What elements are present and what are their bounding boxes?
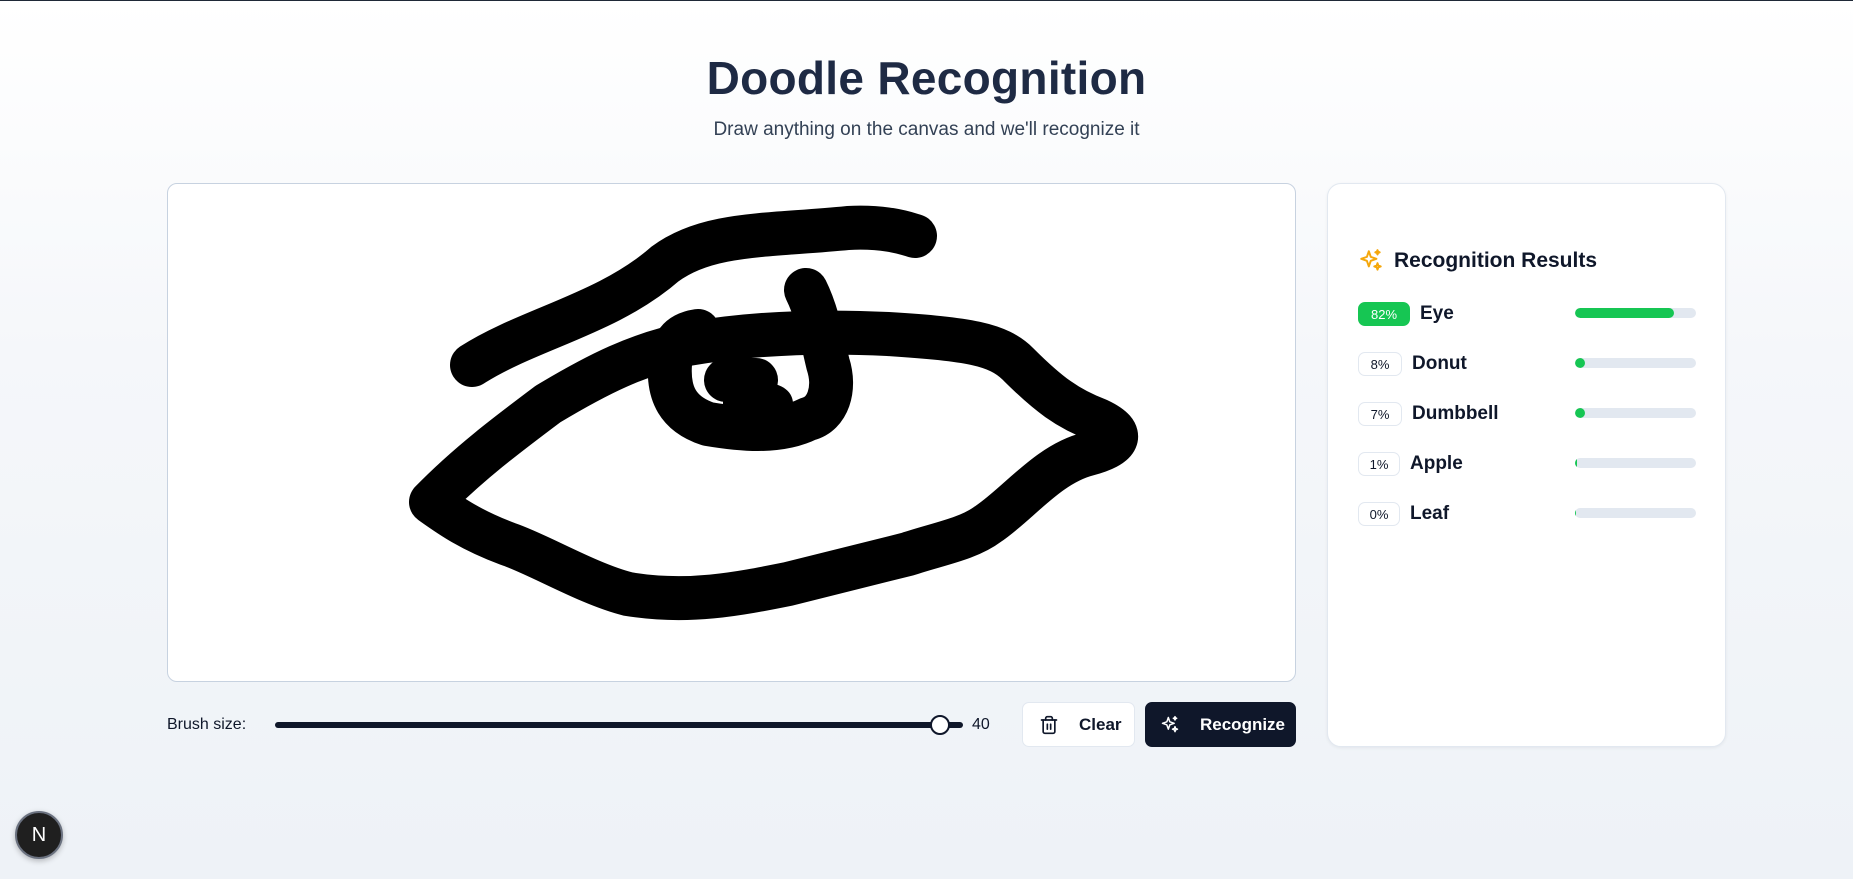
drawing-canvas[interactable] — [167, 183, 1296, 682]
result-label: Eye — [1420, 303, 1454, 324]
result-row: 82% Eye — [1358, 300, 1698, 328]
brush-size-value: 40 — [972, 716, 990, 733]
slider-thumb[interactable] — [929, 715, 950, 735]
confidence-badge: 82% — [1358, 302, 1410, 326]
result-label: Leaf — [1410, 503, 1450, 524]
result-row: 1% Apple — [1358, 450, 1698, 478]
result-row: 8% Donut — [1358, 350, 1698, 378]
results-panel: Recognition Results 82% Eye 8% Donut 7% Dumbb… — [1327, 183, 1726, 747]
result-label: Dumbbell — [1412, 403, 1499, 424]
recognize-button-label: Recognize — [1200, 714, 1286, 734]
result-row: 0% Leaf — [1358, 500, 1698, 528]
confidence-bar — [1575, 508, 1696, 518]
confidence-bar-fill — [1575, 408, 1585, 418]
confidence-bar — [1575, 308, 1696, 318]
slider-track[interactable] — [275, 722, 963, 728]
confidence-badge: 1% — [1358, 452, 1400, 476]
trash-icon — [1039, 715, 1059, 735]
doodle-drawing — [409, 205, 1138, 621]
confidence-bar-fill — [1575, 508, 1576, 518]
page-header: Doodle Recognition Draw anything on the … — [0, 51, 1853, 141]
confidence-bar — [1575, 458, 1696, 468]
results-header: Recognition Results — [1358, 248, 1597, 274]
confidence-badge: 8% — [1358, 352, 1402, 376]
confidence-badge: 0% — [1358, 502, 1400, 526]
recognize-button[interactable]: Recognize — [1145, 702, 1296, 747]
page-subtitle: Draw anything on the canvas and we'll re… — [713, 119, 1140, 140]
confidence-bar-fill — [1575, 308, 1675, 318]
clear-button-label: Clear — [1079, 714, 1122, 734]
confidence-bar — [1575, 358, 1696, 368]
result-label: Donut — [1412, 353, 1467, 374]
result-row: 7% Dumbbell — [1358, 400, 1698, 428]
page-title: Doodle Recognition — [706, 52, 1147, 104]
sparkles-icon — [1160, 715, 1180, 735]
nextjs-dev-badge[interactable]: N — [15, 811, 63, 859]
confidence-bar — [1575, 408, 1696, 418]
confidence-badge: 7% — [1358, 402, 1402, 426]
clear-button[interactable]: Clear — [1022, 702, 1135, 747]
confidence-bar-fill — [1575, 358, 1585, 368]
nextjs-icon: N — [31, 823, 47, 846]
brush-size-label: Brush size: — [167, 716, 247, 733]
brush-size-slider[interactable] — [275, 715, 963, 735]
result-label: Apple — [1410, 453, 1463, 474]
confidence-bar-fill — [1575, 458, 1577, 468]
brush-controls: Brush size: 40 Clear Recognize — [167, 701, 1296, 748]
sparkles-icon — [1358, 248, 1384, 274]
results-title: Recognition Results — [1394, 249, 1598, 272]
